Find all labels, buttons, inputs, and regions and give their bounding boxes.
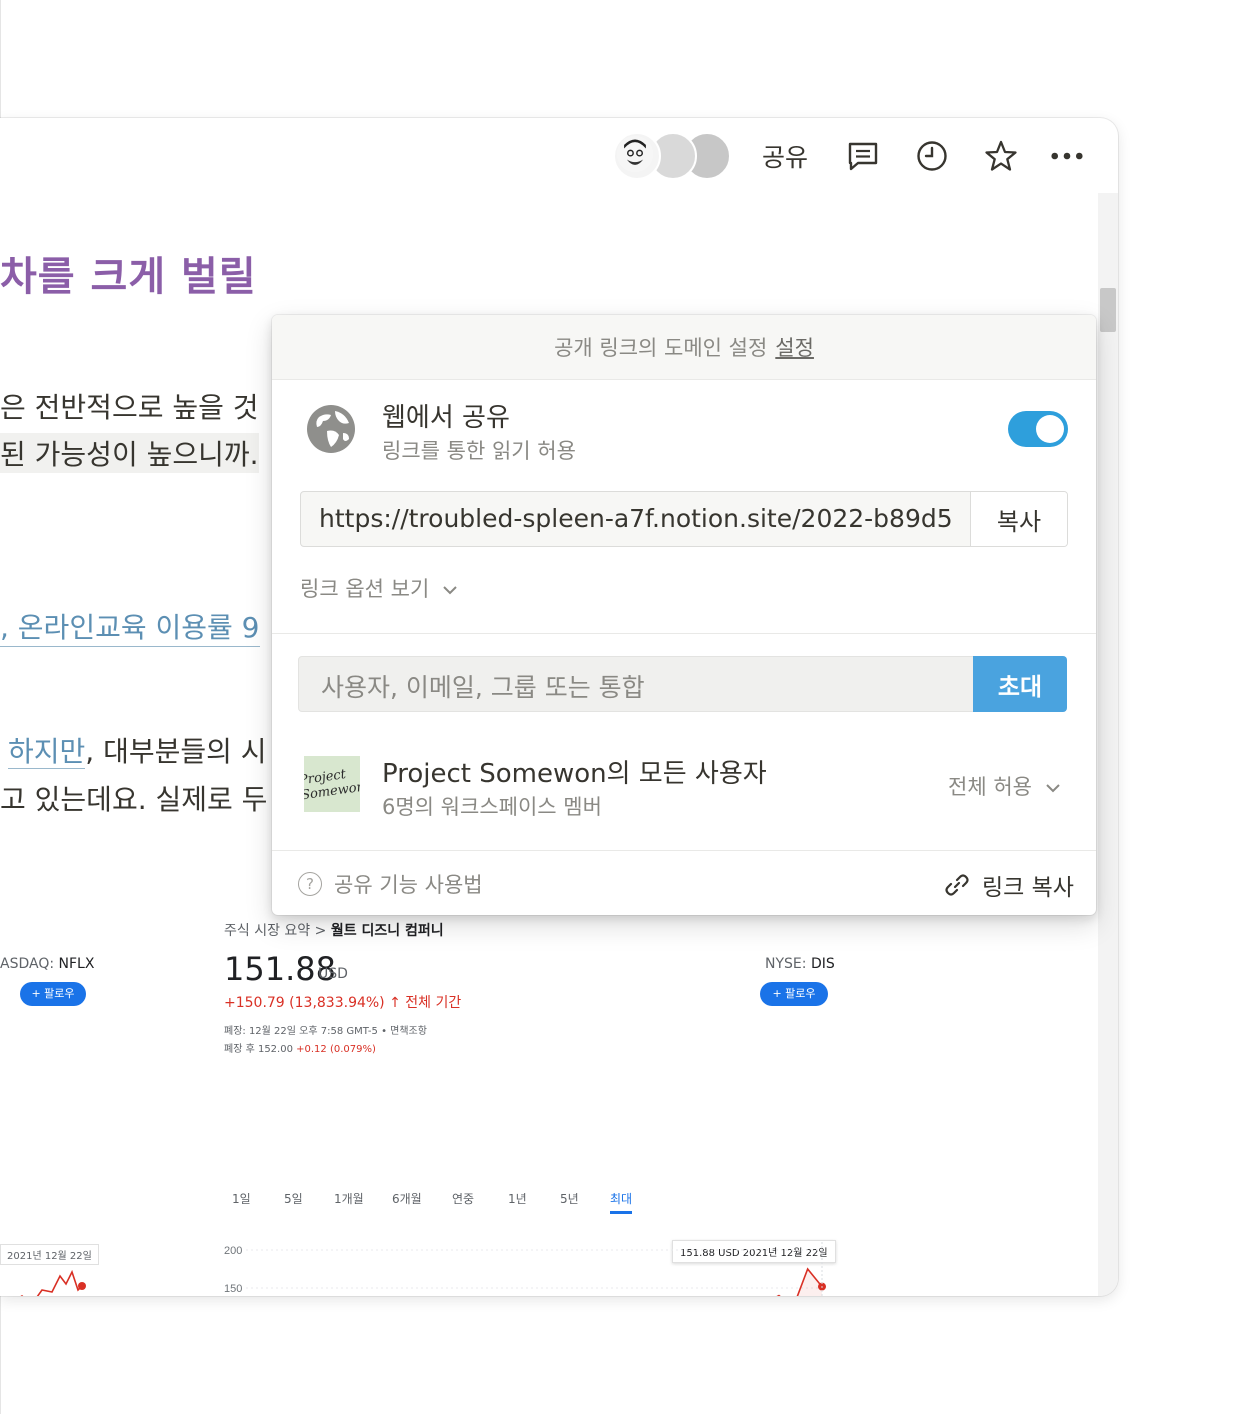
workspace-logo-text: Project Somewon xyxy=(304,767,360,804)
paragraph-text: , 대부분들의 시 xyxy=(85,735,267,768)
workspace-title: Project Somewon의 모든 사용자 xyxy=(382,759,767,789)
link-options-toggle[interactable]: 링크 옵션 보기 xyxy=(300,573,458,603)
share-popup: 공개 링크의 도메인 설정 설정 웹에서 공유 링크를 통한 읽기 허용 htt… xyxy=(272,315,1096,915)
invite-input[interactable]: 사용자, 이메일, 그룹 또는 통합 xyxy=(298,656,974,712)
chevron-down-icon xyxy=(443,586,457,595)
domain-settings-link[interactable]: 설정 xyxy=(775,332,814,362)
paragraph-line: 된 가능성이 높으니까. xyxy=(0,433,259,473)
link-icon xyxy=(945,874,969,896)
left-series-line xyxy=(20,1269,83,1296)
collaborator-avatars[interactable] xyxy=(613,132,733,180)
web-share-subtitle: 링크를 통한 읽기 허용 xyxy=(382,439,576,463)
invite-button[interactable]: 초대 xyxy=(973,656,1067,712)
domain-settings-text: 공개 링크의 도메인 설정 xyxy=(554,336,768,360)
notion-window: 공유 차를 크게 벌릴 은 전반적으로 높을 것 된 가능성이 높으니까. , … xyxy=(0,118,1118,1296)
web-share-title: 웹에서 공유 xyxy=(382,403,510,433)
inline-link[interactable]: 하지만 xyxy=(8,735,86,769)
divider xyxy=(272,633,1096,634)
chevron-down-icon xyxy=(1045,784,1060,793)
toggle-knob xyxy=(1036,415,1064,443)
sharing-help-link[interactable]: ? 공유 기능 사용법 xyxy=(298,869,483,899)
copy-link-label: 링크 복사 xyxy=(982,875,1074,901)
workspace-logo: Project Somewon xyxy=(304,756,360,812)
workspace-permission-dropdown[interactable]: 전체 허용 xyxy=(948,771,1061,801)
share-button[interactable]: 공유 xyxy=(762,138,808,174)
y-tick-label: 150 xyxy=(224,1283,242,1295)
domain-settings-banner: 공개 링크의 도메인 설정 설정 xyxy=(272,315,1096,380)
stock-chart-image: 주식 시장 요약 > 월트 디즈니 컴퍼니 ASDAQ: NFLX + 팔로우 … xyxy=(0,898,860,1296)
copy-url-button[interactable]: 복사 xyxy=(970,492,1067,546)
clock-icon[interactable] xyxy=(914,138,950,174)
link-options-label: 링크 옵션 보기 xyxy=(300,577,430,601)
more-icon[interactable] xyxy=(1049,138,1085,174)
globe-icon xyxy=(307,405,355,453)
avatar[interactable] xyxy=(613,132,661,180)
permission-label: 전체 허용 xyxy=(948,775,1032,799)
comment-icon[interactable] xyxy=(845,138,881,174)
star-icon[interactable] xyxy=(983,138,1019,174)
left-last-point-marker xyxy=(78,1282,86,1290)
scrollbar-thumb[interactable] xyxy=(1100,288,1116,332)
invite-placeholder: 사용자, 이메일, 그룹 또는 통합 xyxy=(321,673,645,702)
help-label: 공유 기능 사용법 xyxy=(334,873,483,897)
avatar-face-icon xyxy=(616,135,654,173)
public-url-text[interactable]: https://troubled-spleen-a7f.notion.site/… xyxy=(319,504,953,533)
web-share-toggle[interactable] xyxy=(1008,411,1068,447)
divider xyxy=(272,850,1096,851)
copy-link-button[interactable]: 링크 복사 xyxy=(944,868,1074,902)
question-icon: ? xyxy=(298,872,322,896)
workspace-member-count: 6명의 워크스페이스 멤버 xyxy=(382,795,602,819)
scrollbar-track[interactable] xyxy=(1098,193,1118,1296)
series-line xyxy=(776,1267,823,1296)
page-topbar: 공유 xyxy=(0,118,1118,190)
chart-svg: 050100150200 xyxy=(20,1242,826,1296)
paragraph-line: 은 전반적으로 높을 것 xyxy=(0,391,259,424)
y-tick-label: 200 xyxy=(224,1245,242,1257)
inline-link[interactable]: , 온라인교육 이용률 9 xyxy=(0,606,260,647)
page-heading: 차를 크게 벌릴 xyxy=(0,254,257,300)
public-url-field[interactable]: https://troubled-spleen-a7f.notion.site/… xyxy=(300,491,1068,547)
series-area xyxy=(778,1269,822,1296)
